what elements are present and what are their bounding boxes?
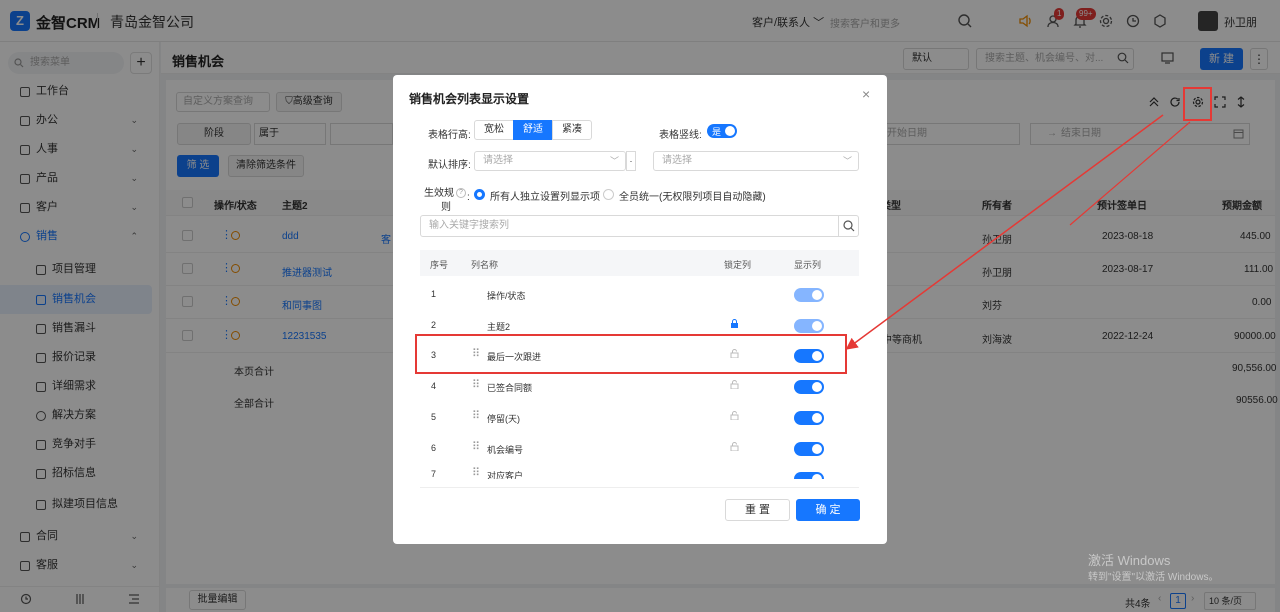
annotation-arrow	[845, 114, 1164, 350]
windows-watermark-text: 转到"设置"以激活 Windows。	[1088, 572, 1219, 583]
annotation-line	[1069, 121, 1191, 226]
annotation-arrows	[845, 114, 1191, 350]
windows-watermark-title: 激活 Windows	[1088, 553, 1171, 568]
